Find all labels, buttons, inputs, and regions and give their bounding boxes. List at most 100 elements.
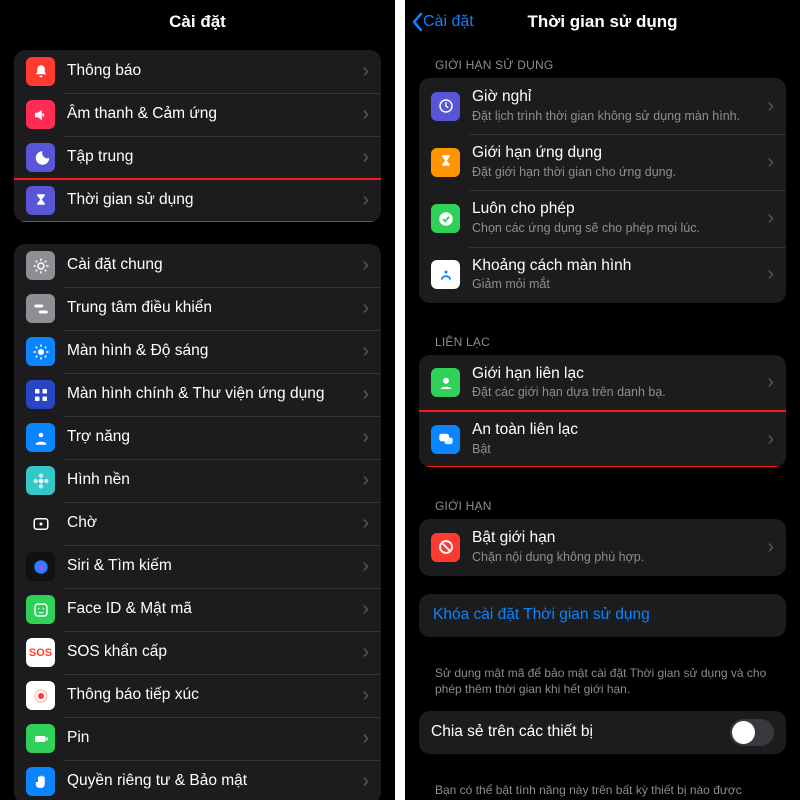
chevron-right-icon: › (356, 555, 369, 578)
moon-icon (26, 143, 55, 172)
privacy-row[interactable]: Quyền riêng tư & Bảo mật› (14, 760, 381, 800)
downtime-icon (431, 92, 460, 121)
allowed-label: Luôn cho phépChọn các ứng dụng sẽ cho ph… (472, 190, 761, 246)
clock-icon (26, 509, 55, 538)
face-icon (26, 595, 55, 624)
share-label: Chia sẻ trên các thiết bị (431, 713, 730, 752)
chevron-right-icon: › (761, 428, 774, 451)
chevron-right-icon: › (356, 469, 369, 492)
standby-row[interactable]: Chờ› (14, 502, 381, 545)
lock-footer: Sử dụng mật mã để bảo mật cài đặt Thời g… (405, 659, 800, 711)
chevron-right-icon: › (761, 536, 774, 559)
bell-icon (26, 57, 55, 86)
notifications-row[interactable]: Thông báo› (14, 50, 381, 93)
settings-scroll[interactable]: Thông báo›Âm thanh & Cảm ứng›Tập trung›T… (0, 44, 395, 800)
share-footer: Bạn có thể bật tính năng này trên bất kỳ… (405, 776, 800, 800)
nav-bar: Cài đặt Thời gian sử dụng (405, 0, 800, 44)
chevron-right-icon: › (356, 512, 369, 535)
page-title-right: Thời gian sử dụng (528, 12, 678, 32)
screentime-group: Bật giới hạnChặn nội dung không phù hợp.… (419, 519, 786, 575)
notifications-label: Thông báo (67, 52, 356, 91)
restrictions-sub: Chặn nội dung không phù hợp. (472, 550, 761, 566)
share-group: Chia sẻ trên các thiết bị (419, 711, 786, 754)
share-row[interactable]: Chia sẻ trên các thiết bị (419, 711, 786, 754)
lock-group: Khóa cài đặt Thời gian sử dụng (419, 594, 786, 637)
gear-icon (26, 251, 55, 280)
siri-row[interactable]: Siri & Tìm kiếm› (14, 545, 381, 588)
wallpaper-label: Hình nền (67, 461, 356, 500)
settings-group: Cài đặt chung›Trung tâm điều khiển›Màn h… (14, 244, 381, 800)
faceid-label: Face ID & Mật mã (67, 590, 356, 629)
battery-label: Pin (67, 719, 356, 758)
control-row[interactable]: Trung tâm điều khiển› (14, 287, 381, 330)
commsafety-row[interactable]: An toàn liên lạcBật› (419, 411, 786, 467)
chevron-right-icon: › (761, 95, 774, 118)
general-label: Cài đặt chung (67, 246, 356, 285)
privacy-label: Quyền riêng tư & Bảo mật (67, 762, 356, 800)
check-icon (431, 204, 460, 233)
settings-group: Thông báo›Âm thanh & Cảm ứng›Tập trung›T… (14, 50, 381, 222)
chevron-right-icon: › (356, 103, 369, 126)
sounds-row[interactable]: Âm thanh & Cảm ứng› (14, 93, 381, 136)
chevron-right-icon: › (356, 340, 369, 363)
downtime-row[interactable]: Giờ nghỉĐặt lịch trình thời gian không s… (419, 78, 786, 134)
hand-icon (26, 767, 55, 796)
back-button[interactable]: Cài đặt (411, 0, 474, 44)
section-header: GIỚI HẠN (405, 485, 800, 519)
distance-row[interactable]: Khoảng cách màn hìnhGiảm mỏi mắt› (419, 247, 786, 303)
exposure-row[interactable]: Thông báo tiếp xúc› (14, 674, 381, 717)
contactlimits-sub: Đặt các giới hạn dựa trên danh bạ. (472, 385, 761, 401)
screentime-row[interactable]: Thời gian sử dụng› (14, 179, 381, 222)
allowed-row[interactable]: Luôn cho phépChọn các ứng dụng sẽ cho ph… (419, 190, 786, 246)
applimits-row[interactable]: Giới hạn ứng dụngĐặt giới hạn thời gian … (419, 134, 786, 190)
exposure-icon (26, 681, 55, 710)
focus-row[interactable]: Tập trung› (14, 136, 381, 179)
restrictions-label: Bật giới hạnChặn nội dung không phù hợp. (472, 519, 761, 575)
chevron-right-icon: › (356, 383, 369, 406)
home-label: Màn hình chính & Thư viện ứng dụng (67, 375, 356, 414)
sos-label: SOS khẩn cấp (67, 633, 356, 672)
contactlimits-row[interactable]: Giới hạn liên lạcĐặt các giới hạn dựa tr… (419, 355, 786, 411)
chevron-right-icon: › (356, 189, 369, 212)
chevron-left-icon (411, 12, 423, 32)
sounds-label: Âm thanh & Cảm ứng (67, 95, 356, 134)
faceid-row[interactable]: Face ID & Mật mã› (14, 588, 381, 631)
screentime-scroll[interactable]: GIỚI HẠN SỬ DỤNGGiờ nghỉĐặt lịch trình t… (405, 44, 800, 800)
share-toggle[interactable] (730, 719, 774, 746)
chevron-right-icon: › (356, 297, 369, 320)
restrictions-row[interactable]: Bật giới hạnChặn nội dung không phù hợp.… (419, 519, 786, 575)
accessibility-row[interactable]: Trợ năng› (14, 416, 381, 459)
downtime-sub: Đặt lịch trình thời gian không sử dụng m… (472, 109, 761, 125)
chevron-right-icon: › (761, 151, 774, 174)
hourglass-icon (431, 148, 460, 177)
page-title-left: Cài đặt (0, 0, 395, 44)
display-label: Màn hình & Độ sáng (67, 332, 356, 371)
flower-icon (26, 466, 55, 495)
battery-row[interactable]: Pin› (14, 717, 381, 760)
sun-icon (26, 337, 55, 366)
home-row[interactable]: Màn hình chính & Thư viện ứng dụng› (14, 373, 381, 416)
hourglass-icon (26, 186, 55, 215)
grid-icon (26, 380, 55, 409)
lock-screentime-link[interactable]: Khóa cài đặt Thời gian sử dụng (419, 594, 786, 637)
sos-row[interactable]: SOSSOS khẩn cấp› (14, 631, 381, 674)
contactlimits-label: Giới hạn liên lạcĐặt các giới hạn dựa tr… (472, 355, 761, 411)
speaker-icon (26, 100, 55, 129)
section-header: LIÊN LẠC (405, 321, 800, 355)
distance-label: Khoảng cách màn hìnhGiảm mỏi mắt (472, 247, 761, 303)
person-icon (26, 423, 55, 452)
chat-icon (431, 425, 460, 454)
general-row[interactable]: Cài đặt chung› (14, 244, 381, 287)
chevron-right-icon: › (356, 598, 369, 621)
display-row[interactable]: Màn hình & Độ sáng› (14, 330, 381, 373)
chevron-right-icon: › (356, 684, 369, 707)
screentime-screen: Cài đặt Thời gian sử dụng GIỚI HẠN SỬ DỤ… (405, 0, 800, 800)
settings-screen: Cài đặt Thông báo›Âm thanh & Cảm ứng›Tập… (0, 0, 395, 800)
wallpaper-row[interactable]: Hình nền› (14, 459, 381, 502)
switches-icon (26, 294, 55, 323)
back-label: Cài đặt (423, 13, 474, 31)
distance-icon (431, 260, 460, 289)
chevron-right-icon: › (356, 727, 369, 750)
accessibility-label: Trợ năng (67, 418, 356, 457)
siri-label: Siri & Tìm kiếm (67, 547, 356, 586)
